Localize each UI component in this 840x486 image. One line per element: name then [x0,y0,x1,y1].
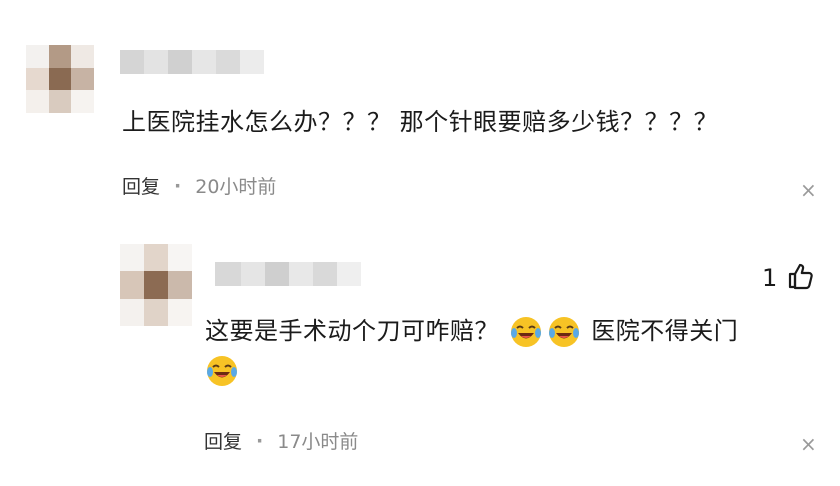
reply-button[interactable]: 回复 [204,427,242,454]
username-blurred[interactable] [120,50,264,74]
like-count: 1 [762,264,778,292]
comment-meta: 回复 · 20小时前 [122,172,276,199]
avatar[interactable] [26,45,94,113]
close-icon[interactable]: × [800,432,817,456]
separator-dot: · [256,429,264,452]
comment-text-line-2 [203,354,241,388]
like-button[interactable]: 1 [762,262,815,294]
crying-laughing-emoji [547,315,581,349]
comment-text-after-emojis: 医院不得关门 [591,317,739,345]
username-blurred[interactable] [215,262,361,286]
crying-laughing-emoji [509,315,543,349]
reply-button[interactable]: 回复 [122,172,160,199]
comment-meta: 回复 · 17小时前 [204,427,358,454]
comment-text: 这要是手术动个刀可咋赔？ 医院不得关门 [205,314,738,349]
separator-dot: · [174,174,182,197]
thumbs-up-icon [787,262,815,294]
crying-laughing-emoji [205,354,239,388]
comment-text: 上医院挂水怎么办？？？ 那个针眼要赔多少钱？？？？ [122,108,719,136]
timestamp: 17小时前 [277,431,359,453]
close-icon[interactable]: × [800,178,817,202]
comment-text-main: 这要是手术动个刀可咋赔？ [205,317,499,345]
timestamp: 20小时前 [195,176,277,198]
avatar[interactable] [120,244,192,326]
